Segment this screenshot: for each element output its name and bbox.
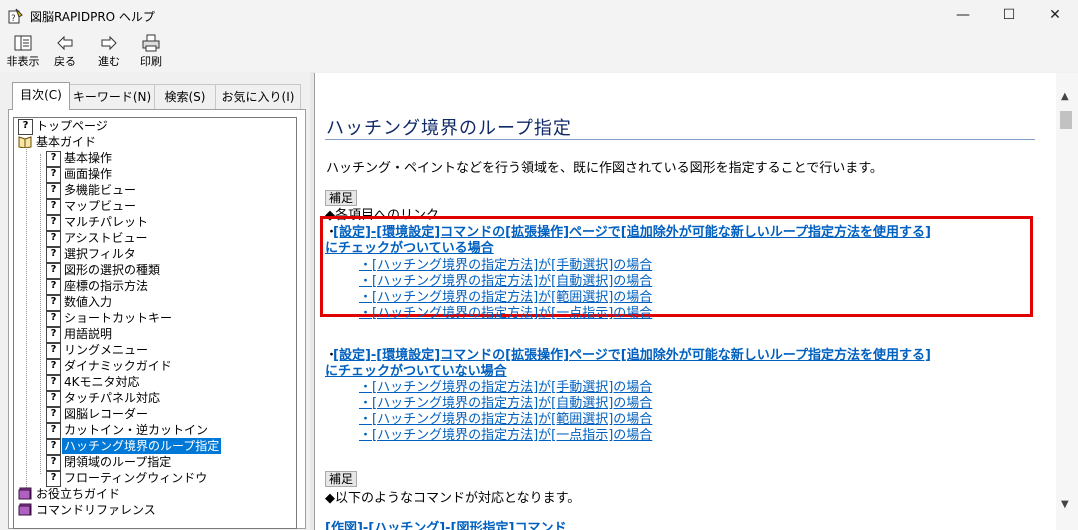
toolbar: 非表示 戻る 進む 印刷 (0, 32, 1078, 72)
svg-text:?: ? (11, 14, 16, 24)
supplement-badge: 補足 (325, 471, 358, 487)
tree-item-label: 基本ガイド (36, 135, 97, 149)
hide-pane-icon (14, 35, 32, 51)
help-page-icon: ? (46, 343, 61, 359)
hide-button[interactable]: 非表示 (4, 34, 42, 69)
forward-arrow-icon (101, 35, 117, 51)
help-page-icon: ? (46, 423, 61, 439)
tree-item-label: 選択フィルタ (64, 247, 136, 261)
tree-item-label: タッチパネル対応 (64, 391, 161, 405)
help-page-icon: ? (46, 279, 61, 295)
help-page-icon: ? (46, 439, 61, 455)
scroll-down-arrow-icon[interactable]: ▼ (1061, 499, 1069, 510)
tree-item-label: マルチパレット (64, 215, 149, 229)
tree-item-label: お役立ちガイド (36, 487, 121, 501)
closed-book-icon (18, 487, 32, 500)
contents-tree: ? トップページ 基本ガイド ? 基本操作 ? 画面操作 ? 多機能ビュー ? マップビ… (13, 117, 297, 529)
help-page-icon: ? (46, 327, 61, 343)
back-button[interactable]: 戻る (50, 34, 80, 69)
tab-contents[interactable]: 目次(C) (12, 82, 70, 110)
close-button[interactable]: ✕ (1032, 0, 1078, 32)
page-title: ハッチング境界のループ指定 (326, 118, 572, 139)
help-page-icon: ? (46, 231, 61, 247)
tree-item-label: トップページ (36, 119, 108, 133)
tree-item-label: マップビュー (64, 199, 137, 213)
help-page-icon: ? (46, 247, 61, 263)
tree-line (26, 138, 27, 490)
tree-item-label: 数値入力 (64, 295, 113, 309)
commands-heading: ◆以下のようなコマンドが対応となります。 (325, 491, 581, 506)
hide-button-label: 非表示 (6, 55, 40, 68)
print-button-label: 印刷 (140, 55, 162, 68)
help-page-icon: ? (46, 471, 61, 487)
window-title: 図脳RAPIDPRO ヘルプ (30, 10, 155, 24)
tab-favorites[interactable]: お気に入り(I) (215, 84, 301, 109)
navigation-pane: 目次(C) キーワード(N) 検索(S) お気に入り(I) ? トップページ 基… (0, 72, 310, 530)
content-scrollbar[interactable]: ▲ ▼ (1056, 73, 1078, 530)
help-page-icon: ? (46, 199, 61, 215)
help-page-icon: ? (46, 359, 61, 375)
tree-item-label: ショートカットキー (64, 311, 173, 325)
tree-item-label: アシストビュー (64, 231, 148, 245)
help-page-icon: ? (46, 183, 61, 199)
tree-item-label: リングメニュー (64, 343, 149, 357)
tree-item-label: カットイン・逆カットイン (64, 423, 209, 437)
tab-search[interactable]: 検索(S) (154, 84, 216, 109)
contents-panel: ? トップページ 基本ガイド ? 基本操作 ? 画面操作 ? 多機能ビュー ? マップビ… (8, 109, 306, 529)
tree-item-label: 図脳レコーダー (64, 407, 149, 421)
print-button[interactable]: 印刷 (136, 34, 166, 69)
forward-button-label: 進む (98, 55, 120, 68)
help-content: ハッチング境界のループ指定 ハッチング・ペイントなどを行う領域を、既に作図されて… (314, 73, 1057, 530)
help-page-icon: ? (46, 455, 61, 471)
help-page-icon: ? (46, 151, 61, 167)
tree-item-label: 閉領域のループ指定 (64, 455, 172, 469)
command-link-partial[interactable]: [作図]-[ハッチング]-[図形指定]コマンド (325, 517, 566, 530)
forward-button[interactable]: 進む (94, 34, 124, 69)
tree-item-label: ハッチング境界のループ指定 (62, 438, 222, 454)
tree-item-label: 多機能ビュー (64, 183, 137, 197)
help-page-icon: ? (46, 375, 61, 391)
printer-icon (142, 34, 160, 52)
tree-item-label: 基本操作 (64, 151, 113, 165)
maximize-button[interactable]: ☐ (986, 0, 1032, 32)
open-book-icon (18, 136, 32, 148)
tree-item-label: 画面操作 (64, 167, 113, 181)
minimize-button[interactable]: — (940, 0, 986, 32)
help-page-icon: ? (46, 167, 61, 183)
tree-line (40, 154, 41, 474)
help-page-icon: ? (18, 119, 33, 135)
tree-item-label: ダイナミックガイド (64, 359, 172, 373)
back-arrow-icon (57, 35, 73, 51)
tree-item-label: コマンドリファレンス (36, 503, 156, 517)
tree-item-label: フローティングウィンドウ (64, 471, 208, 485)
help-page-icon: ? (46, 295, 61, 311)
title-bar: ? 図脳RAPIDPRO ヘルプ — ☐ ✕ (0, 0, 1078, 32)
help-page-icon: ? (46, 311, 61, 327)
scroll-up-arrow-icon[interactable]: ▲ (1061, 91, 1069, 102)
nav-tabs: 目次(C) キーワード(N) 検索(S) お気に入り(I) (12, 82, 302, 110)
tree-item-label: 座標の指示方法 (64, 279, 149, 293)
tree-item-label: 用語説明 (64, 327, 113, 341)
help-page-icon: ? (46, 407, 61, 423)
help-app-icon: ? (8, 8, 23, 24)
tree-item-label: 図形の選択の種類 (64, 263, 161, 277)
help-page-icon: ? (46, 263, 61, 279)
closed-book-icon (18, 503, 32, 516)
intro-text: ハッチング・ペイントなどを行う領域を、既に作図されている図形を指定することで行い… (326, 161, 883, 176)
tree-item-label: 4Kモニタ対応 (64, 375, 140, 389)
back-button-label: 戻る (54, 55, 76, 68)
section2-item-link[interactable]: ・[ハッチング境界の指定方法]が[一点指示]の場合 (359, 424, 652, 443)
tab-keyword[interactable]: キーワード(N) (69, 84, 155, 109)
scroll-thumb[interactable] (1060, 111, 1072, 129)
title-divider (325, 139, 1035, 140)
help-page-icon: ? (46, 215, 61, 231)
help-page-icon: ? (46, 391, 61, 407)
section1-item-link[interactable]: ・[ハッチング境界の指定方法]が[一点指示]の場合 (359, 302, 652, 321)
